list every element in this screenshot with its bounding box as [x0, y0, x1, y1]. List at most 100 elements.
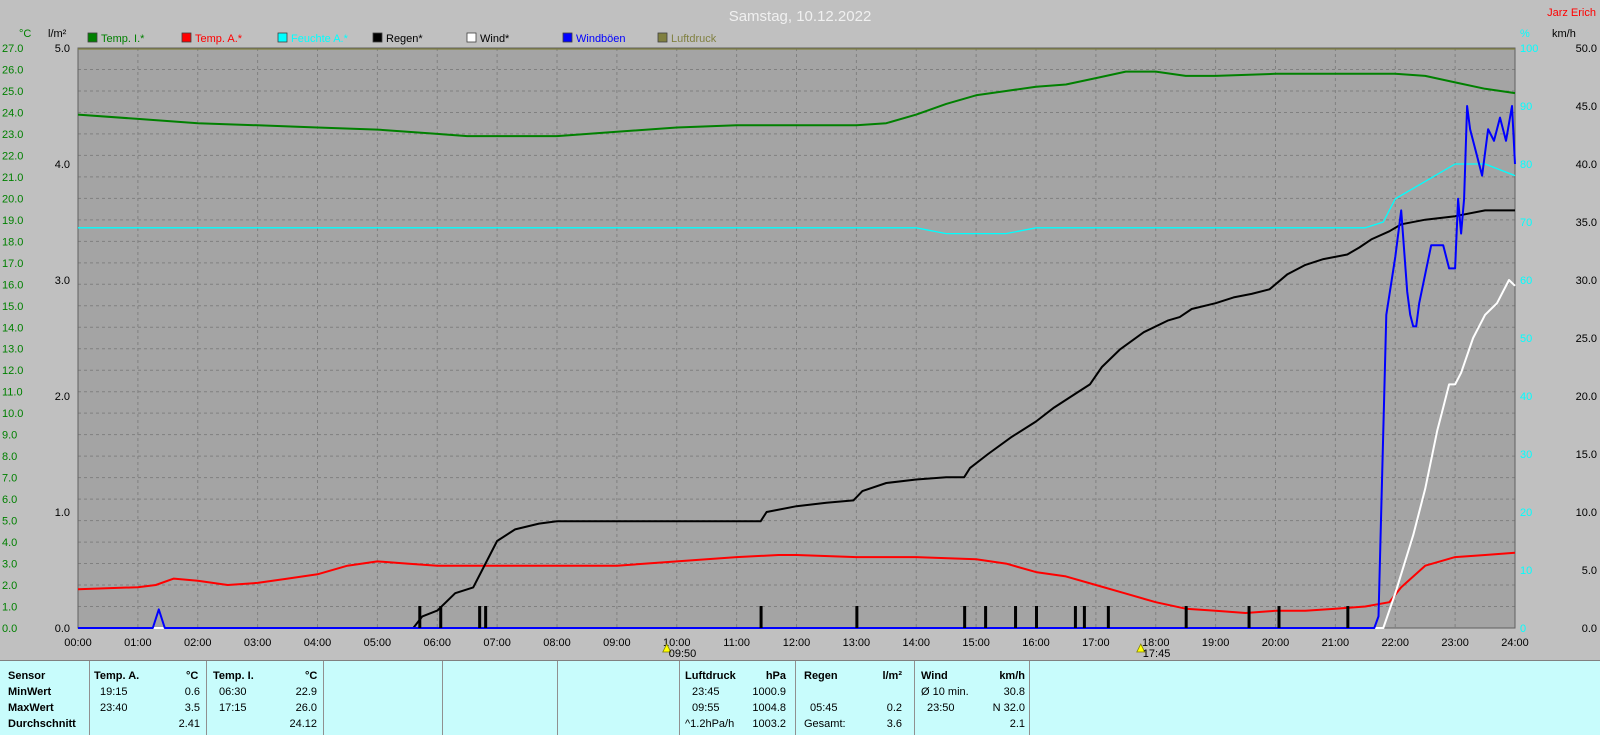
x-tick-label: 20:00 [1262, 637, 1290, 649]
stats-empty-3 [557, 661, 679, 735]
rain-event-bar [418, 606, 422, 628]
temp-a-unit: °C [186, 670, 199, 682]
humidity-tick-label: 20 [1520, 507, 1532, 519]
legend-swatch [181, 32, 192, 43]
rain-event-bar [1346, 606, 1350, 628]
avg-label: Durchschnitt [8, 718, 76, 730]
rain-tick-label: 5.0 [55, 43, 70, 55]
rain-event-bar [478, 606, 482, 628]
rain-header: Regen [804, 670, 838, 682]
x-tick-label: 05:00 [364, 637, 392, 649]
x-tick-label: 11:00 [723, 637, 750, 649]
wind-avg10-label: Ø 10 min. [921, 686, 969, 698]
legend-label: Regen* [386, 33, 423, 45]
x-tick-label: 21:00 [1322, 637, 1350, 649]
temp-tick-label: 7.0 [2, 473, 17, 485]
stats-temp-outside: Temp. A. °C 19:15 0.6 23:40 3.5 2.41 [89, 661, 206, 735]
temp-tick-label: 24.0 [2, 107, 23, 119]
temp-a-average: 2.41 [178, 718, 200, 730]
rain-total-label: Gesamt: [804, 718, 846, 730]
rain-tick-label: 2.0 [55, 391, 70, 403]
temp-a-max-value: 3.5 [184, 702, 200, 714]
rain-event-bar [484, 606, 488, 628]
rain-event-bar [439, 606, 443, 628]
temp-unit-label: °C [19, 28, 31, 40]
humidity-tick-label: 90 [1520, 101, 1532, 113]
rain-tick-label: 1.0 [55, 507, 70, 519]
pressure-header: Luftdruck [685, 670, 736, 682]
temp-tick-label: 3.0 [2, 559, 17, 571]
temp-tick-label: 25.0 [2, 86, 23, 98]
humidity-tick-label: 50 [1520, 333, 1532, 345]
chart-title: Samstag, 10.12.2022 [729, 8, 872, 25]
wind-tick-label: 20.0 [1576, 391, 1597, 403]
humidity-unit-label: % [1520, 28, 1530, 40]
rain-event-bar [963, 606, 967, 628]
humidity-tick-label: 30 [1520, 449, 1532, 461]
rain-tick-label: 0.0 [55, 623, 70, 635]
temp-tick-label: 18.0 [2, 236, 23, 248]
temp-i-header: Temp. I. [213, 670, 254, 682]
temp-tick-label: 20.0 [2, 193, 23, 205]
temp-tick-label: 14.0 [2, 322, 23, 334]
x-tick-label: 12:00 [783, 637, 811, 649]
temp-i-min-time: 06:30 [219, 686, 247, 698]
rain-event-bar [1082, 606, 1086, 628]
pressure-min-time: 23:45 [692, 686, 720, 698]
marker-time-label: 09:50 [669, 648, 697, 660]
humidity-tick-label: 70 [1520, 217, 1532, 229]
temp-tick-label: 2.0 [2, 580, 17, 592]
temp-i-max-time: 17:15 [219, 702, 247, 714]
temp-tick-label: 22.0 [2, 150, 23, 162]
x-tick-label: 03:00 [244, 637, 272, 649]
wind-tick-label: 25.0 [1576, 333, 1597, 345]
rain-event-bar [1073, 606, 1077, 628]
humidity-tick-label: 40 [1520, 391, 1532, 403]
temp-tick-label: 23.0 [2, 129, 23, 141]
wind-tick-label: 45.0 [1576, 101, 1597, 113]
wind-tick-label: 40.0 [1576, 159, 1597, 171]
temp-tick-label: 19.0 [2, 215, 23, 227]
legend-swatch [466, 32, 477, 43]
wind-max-value: N 32.0 [992, 702, 1025, 714]
wind-tick-label: 30.0 [1576, 275, 1597, 287]
author-label: Jarz Erich [1547, 7, 1596, 19]
x-tick-label: 22:00 [1381, 637, 1409, 649]
x-tick-label: 02:00 [184, 637, 212, 649]
rain-unit: l/m² [882, 670, 902, 682]
temp-tick-label: 0.0 [2, 623, 17, 635]
temp-tick-label: 11.0 [2, 387, 23, 399]
humidity-tick-label: 100 [1520, 43, 1538, 55]
rain-event-bar [984, 606, 988, 628]
stats-labels: Sensor MinWert MaxWert Durchschnitt [0, 661, 86, 735]
pressure-min-value: 1000.9 [752, 686, 786, 698]
temp-tick-label: 26.0 [2, 64, 23, 76]
temp-tick-label: 10.0 [2, 408, 23, 420]
pressure-max-time: 09:55 [692, 702, 720, 714]
wind-max-time: 23:50 [927, 702, 955, 714]
wind-unit-label: km/h [1552, 28, 1576, 40]
legend-swatch [277, 32, 288, 43]
stats-wind: Wind km/h Ø 10 min. 30.8 23:50 N 32.0 2.1 [914, 661, 1029, 735]
legend-label: Luftdruck [671, 33, 717, 45]
rain-tick-label: 3.0 [55, 275, 70, 287]
rain-event-bar [1106, 606, 1110, 628]
temp-tick-label: 13.0 [2, 344, 23, 356]
temp-tick-label: 17.0 [2, 258, 23, 270]
stats-empty-2 [442, 661, 557, 735]
legend-label: Temp. I.* [101, 33, 145, 45]
temp-tick-label: 8.0 [2, 451, 17, 463]
rain-unit-label: l/m² [48, 28, 67, 40]
sensor-label: Sensor [8, 670, 46, 682]
pressure-unit: hPa [765, 670, 786, 682]
rain-max-value: 0.2 [886, 702, 902, 714]
temp-tick-label: 6.0 [2, 494, 17, 506]
x-tick-label: 08:00 [543, 637, 571, 649]
humidity-tick-label: 10 [1520, 565, 1532, 577]
x-tick-label: 14:00 [902, 637, 930, 649]
legend-swatch [372, 32, 383, 43]
rain-event-bar [1277, 606, 1281, 628]
stats-temp-inside: Temp. I. °C 06:30 22.9 17:15 26.0 24.12 [206, 661, 323, 735]
temp-tick-label: 27.0 [2, 43, 23, 55]
wind-tick-label: 10.0 [1576, 507, 1597, 519]
